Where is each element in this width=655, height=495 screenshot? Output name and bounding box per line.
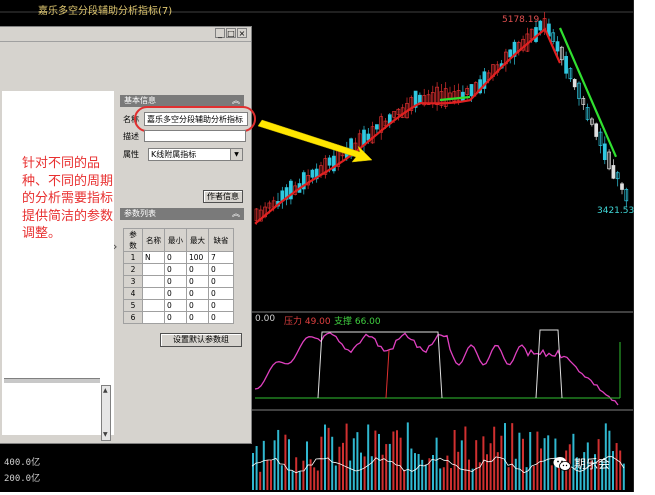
- screenshot: 嘉乐多空分段辅助分析指标(7) 5178.19 3421.53 0.00 压力 …: [0, 0, 655, 495]
- yellow-arrow-annotation: [257, 119, 373, 163]
